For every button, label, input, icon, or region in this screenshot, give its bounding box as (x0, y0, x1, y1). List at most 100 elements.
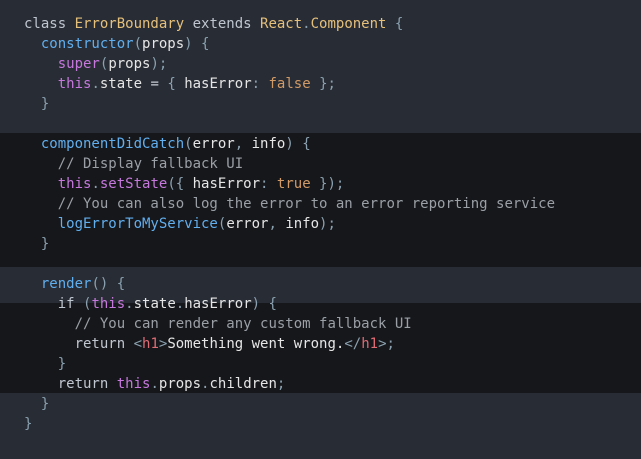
code-token-var: props (108, 56, 151, 72)
code-token-punc: ); (319, 216, 336, 232)
code-token-this: this (57, 76, 92, 92)
code-token-prop: state (133, 296, 176, 312)
code-token-var: error (192, 136, 235, 152)
code-token-punc: ( (184, 136, 193, 152)
code-token-punc: >; (378, 336, 395, 352)
code-token-cls: React (260, 16, 303, 32)
code-line: } (24, 94, 555, 114)
code-token-fn: logErrorToMyService (57, 216, 218, 232)
code-token-punc: < (133, 336, 143, 352)
code-token-punc: { (268, 296, 277, 312)
code-line: return <h1>Something went wrong.</h1>; (24, 334, 555, 354)
code-token-bool: true (276, 176, 311, 192)
code-token-kw: return (57, 376, 117, 392)
code-token-prop: hasError (184, 296, 252, 312)
code-token-prop: children (209, 376, 277, 392)
code-token-punc: ({ (167, 176, 193, 192)
code-token-fn: render (40, 276, 92, 292)
code-line: } (24, 234, 555, 254)
code-token-punc: }; (310, 76, 336, 92)
code-token-fn: componentDidCatch (40, 136, 185, 152)
code-token-punc: ( (133, 36, 143, 52)
code-token-punc: : (251, 76, 269, 92)
code-block[interactable]: class ErrorBoundary extends React.Compon… (24, 14, 555, 434)
code-token-punc: , (234, 136, 252, 152)
code-token-key: hasError (192, 176, 261, 192)
code-token-this: this (57, 176, 92, 192)
code-line: // You can render any custom fallback UI (24, 314, 555, 334)
code-token-cls: Component (310, 16, 387, 32)
code-token-punc: }); (310, 176, 345, 192)
code-token-punc: ) (285, 136, 294, 152)
code-line: render() { (24, 274, 555, 294)
code-token-bool: false (268, 76, 311, 92)
code-token-punc: () (91, 276, 109, 292)
code-line: // Display fallback UI (24, 154, 555, 174)
code-editor[interactable]: class ErrorBoundary extends React.Compon… (0, 0, 641, 459)
code-token-var: error (226, 216, 269, 232)
code-line: // You can also log the error to an erro… (24, 194, 555, 214)
code-line: constructor(props) { (24, 34, 555, 54)
code-token-punc: { (167, 76, 185, 92)
code-token-key: hasError (184, 76, 252, 92)
code-token-this: this (91, 296, 126, 312)
code-token-punc: } (40, 96, 50, 112)
code-line: this.state = { hasError: false }; (24, 74, 555, 94)
code-line: } (24, 354, 555, 374)
code-token-method: setState (99, 176, 168, 192)
code-token-plain: = (142, 76, 168, 92)
code-token-punc: . (91, 76, 100, 92)
code-token-punc: . (302, 16, 311, 32)
code-token-punc: { (394, 16, 404, 32)
code-token-kw: extends (184, 16, 261, 32)
code-line: if (this.state.hasError) { (24, 294, 555, 314)
code-line: componentDidCatch(error, info) { (24, 134, 555, 154)
code-token-punc: } (24, 416, 33, 432)
code-token-prop: props (158, 376, 202, 392)
code-token-comment: // Display fallback UI (57, 156, 244, 172)
code-token-punc: } (57, 356, 67, 372)
code-line: } (24, 394, 555, 414)
code-token-var: info (285, 216, 320, 232)
code-token-punc: ); (150, 56, 168, 72)
code-token-kw: class (24, 16, 75, 32)
code-token-tag: h1 (361, 336, 379, 352)
code-token-comment: // You can also log the error to an erro… (57, 196, 556, 212)
code-line: class ErrorBoundary extends React.Compon… (24, 14, 555, 34)
code-token-punc: , (268, 216, 286, 232)
code-token-var: info (251, 136, 286, 152)
code-token-punc: </ (344, 336, 362, 352)
code-token-kw: return (74, 336, 134, 352)
code-token-var: props (142, 36, 185, 52)
code-token-punc: ) (184, 36, 193, 52)
code-token-kw: if (57, 296, 75, 312)
code-token-prop: state (99, 76, 143, 92)
code-token-punc: { (116, 276, 126, 292)
code-token-punc: ; (276, 376, 286, 392)
code-token-punc: { (302, 136, 311, 152)
code-token-tag: h1 (142, 336, 159, 352)
code-token-text: Something went wrong. (167, 336, 345, 352)
code-line: } (24, 414, 555, 434)
code-line: this.setState({ hasError: true }); (24, 174, 555, 194)
code-token-this: this (116, 376, 151, 392)
